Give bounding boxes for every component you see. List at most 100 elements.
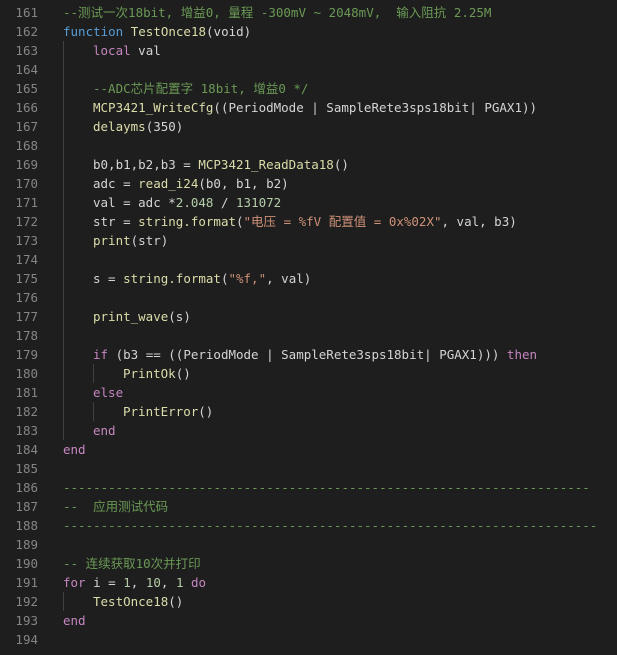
code-line[interactable]: 173 print(str) [0,231,617,250]
code-line[interactable]: 162 function TestOnce18(void) [0,22,617,41]
indent-guide [63,155,64,174]
code-token: print [93,233,131,248]
indent-guide [93,364,94,383]
code-text: else [93,383,617,402]
code-token: () [175,366,191,381]
code-text: s = string.format("%f,", val) [93,269,617,288]
code-text: function TestOnce18(void) [63,22,617,41]
indent-guide [63,364,64,383]
line-number: 184 [15,442,38,457]
code-token: do [191,575,207,590]
code-token: ----------------------------------------… [63,518,598,533]
code-line[interactable]: 193 end [0,611,617,630]
code-token: MCP3421_ReadData18 [198,157,334,172]
code-token: str = [93,214,139,229]
line-number: 165 [15,81,38,96]
code-line[interactable]: 188 -------------------------------------… [0,516,617,535]
indent-guide [63,117,64,136]
code-text: str = string.format("电压 = %fV 配置值 = 0x%0… [93,212,617,231]
code-token: for [63,575,86,590]
code-line[interactable]: 171 val = adc *2.048 / 131072 [0,193,617,212]
indent-guide [63,592,64,611]
code-token: end [63,442,86,457]
code-token: string.format [123,271,221,286]
line-number: 162 [15,24,38,39]
code-token: read_i24 [138,176,199,191]
line-number: 166 [15,100,38,115]
code-line[interactable]: 164 [0,60,617,79]
code-editor[interactable]: 161 --测试一次18bit, 增益0, 量程 -300mV ~ 2048mV,… [0,0,617,655]
code-token: --ADC芯片配置字 18bit, 增益0 */ [93,81,309,96]
line-number: 188 [15,518,38,533]
indent-guide [63,41,64,60]
code-line[interactable]: 167 delayms(350) [0,117,617,136]
code-token: adc = [93,176,139,191]
code-token: -- 连续获取10次并打印 [63,556,201,571]
indent-guide [63,402,64,421]
code-line[interactable]: 165 --ADC芯片配置字 18bit, 增益0 */ [0,79,617,98]
code-text: end [63,440,617,459]
line-number: 163 [15,43,38,58]
code-line[interactable]: 184 end [0,440,617,459]
line-number: 179 [15,347,38,362]
code-line[interactable]: 190 -- 连续获取10次并打印 [0,554,617,573]
code-line[interactable]: 191 for i = 1, 10, 1 do [0,573,617,592]
indent-guide [63,326,64,345]
code-text: b0,b1,b2,b3 = MCP3421_ReadData18() [93,155,617,174]
code-text: TestOnce18() [93,592,617,611]
line-number: 172 [15,214,38,229]
code-line[interactable]: 181 else [0,383,617,402]
code-line[interactable]: 178 [0,326,617,345]
code-line[interactable]: 176 [0,288,617,307]
line-number: 180 [15,366,38,381]
code-token: 2.048 [175,195,214,210]
code-line[interactable]: 172 str = string.format("电压 = %fV 配置值 = 0… [0,212,617,231]
code-token: print_wave [93,309,169,324]
code-token: ----------------------------------------… [63,480,590,495]
line-number: 191 [15,575,38,590]
code-token: (350) [145,119,184,134]
code-token: if [93,347,109,362]
code-line[interactable]: 187 -- 应用测试代码 [0,497,617,516]
line-number: 174 [15,252,38,267]
code-text: ----------------------------------------… [63,478,617,497]
line-number: 164 [15,62,38,77]
code-line[interactable]: 185 [0,459,617,478]
line-number: 183 [15,423,38,438]
indent-guide [63,345,64,364]
code-line[interactable]: 163 local val [0,41,617,60]
code-line[interactable]: 174 [0,250,617,269]
code-token: TestOnce18 [130,24,207,39]
code-text: PrintOk() [123,364,617,383]
code-line[interactable]: 183 end [0,421,617,440]
code-line[interactable]: 168 [0,136,617,155]
indent-guide [63,193,64,212]
code-token: , val, b3) [441,214,517,229]
code-line[interactable]: 179 if (b3 == ((PeriodMode | SampleRete3s… [0,345,617,364]
code-line[interactable]: 192 TestOnce18() [0,592,617,611]
indent-guide [63,269,64,288]
line-number: 194 [15,632,38,647]
code-line[interactable]: 161 --测试一次18bit, 增益0, 量程 -300mV ~ 2048mV,… [0,3,617,22]
code-line[interactable]: 182 PrintError() [0,402,617,421]
line-number: 169 [15,157,38,172]
code-line[interactable]: 194 [0,630,617,649]
code-token: (str) [130,233,169,248]
code-line[interactable]: 166 MCP3421_WriteCfg((PeriodMode | Sample… [0,98,617,117]
code-line[interactable]: 169 b0,b1,b2,b3 = MCP3421_ReadData18() [0,155,617,174]
code-text: val = adc *2.048 / 131072 [93,193,617,212]
code-line[interactable]: 175 s = string.format("%f,", val) [0,269,617,288]
line-number: 171 [15,195,38,210]
code-line[interactable]: 186 -------------------------------------… [0,478,617,497]
code-line[interactable]: 180 PrintOk() [0,364,617,383]
code-text: for i = 1, 10, 1 do [63,573,617,592]
code-line[interactable]: 177 print_wave(s) [0,307,617,326]
indent-guide [63,421,64,440]
code-text: end [63,611,617,630]
code-token: PrintOk [123,366,176,381]
code-line[interactable]: 189 [0,535,617,554]
code-line[interactable]: 170 adc = read_i24(b0, b1, b2) [0,174,617,193]
code-text: if (b3 == ((PeriodMode | SampleRete3sps1… [93,345,617,364]
code-text: -- 应用测试代码 [63,497,617,516]
